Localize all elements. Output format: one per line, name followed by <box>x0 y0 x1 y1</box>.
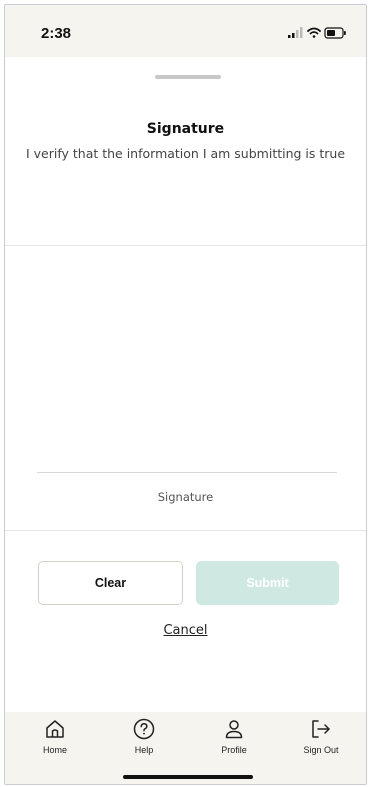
sign-out-icon <box>312 720 330 738</box>
tab-bar: Home Help Profile Sign Out <box>5 712 366 784</box>
tab-profile-label: Profile <box>221 745 247 755</box>
tab-home-label: Home <box>42 745 67 755</box>
tab-profile[interactable]: Profile <box>199 712 269 764</box>
home-icon <box>46 720 64 738</box>
signature-label: Signature <box>157 490 214 504</box>
signature-line <box>37 472 337 473</box>
signature-pad[interactable]: Signature <box>5 246 366 531</box>
status-bar: 2:38 <box>5 5 366 57</box>
sheet-subtitle: I verify that the information I am submi… <box>25 146 346 161</box>
signal-icon <box>288 27 303 38</box>
status-time: 2:38 <box>41 25 72 42</box>
submit-button[interactable]: Submit <box>196 561 339 605</box>
cancel-link[interactable]: Cancel <box>5 623 366 638</box>
battery-icon <box>324 27 346 39</box>
tab-help-label: Help <box>134 745 154 755</box>
sheet-grabber[interactable] <box>155 75 221 79</box>
status-icons <box>288 27 346 39</box>
wifi-icon <box>307 27 321 38</box>
tab-help[interactable]: Help <box>109 712 179 764</box>
signature-sheet: Signature I verify that the information … <box>5 57 366 712</box>
divider-bottom <box>5 530 366 531</box>
help-icon <box>133 718 155 740</box>
tab-sign-out[interactable]: Sign Out <box>286 712 356 764</box>
clear-button[interactable]: Clear <box>38 561 183 605</box>
home-indicator <box>123 775 253 779</box>
tab-home[interactable]: Home <box>20 712 90 764</box>
tab-sign-out-label: Sign Out <box>303 745 339 755</box>
profile-icon <box>225 720 243 739</box>
app-screen: 2:38 Signature I verify that the informa… <box>4 4 367 785</box>
sheet-title: Signature <box>146 121 225 137</box>
